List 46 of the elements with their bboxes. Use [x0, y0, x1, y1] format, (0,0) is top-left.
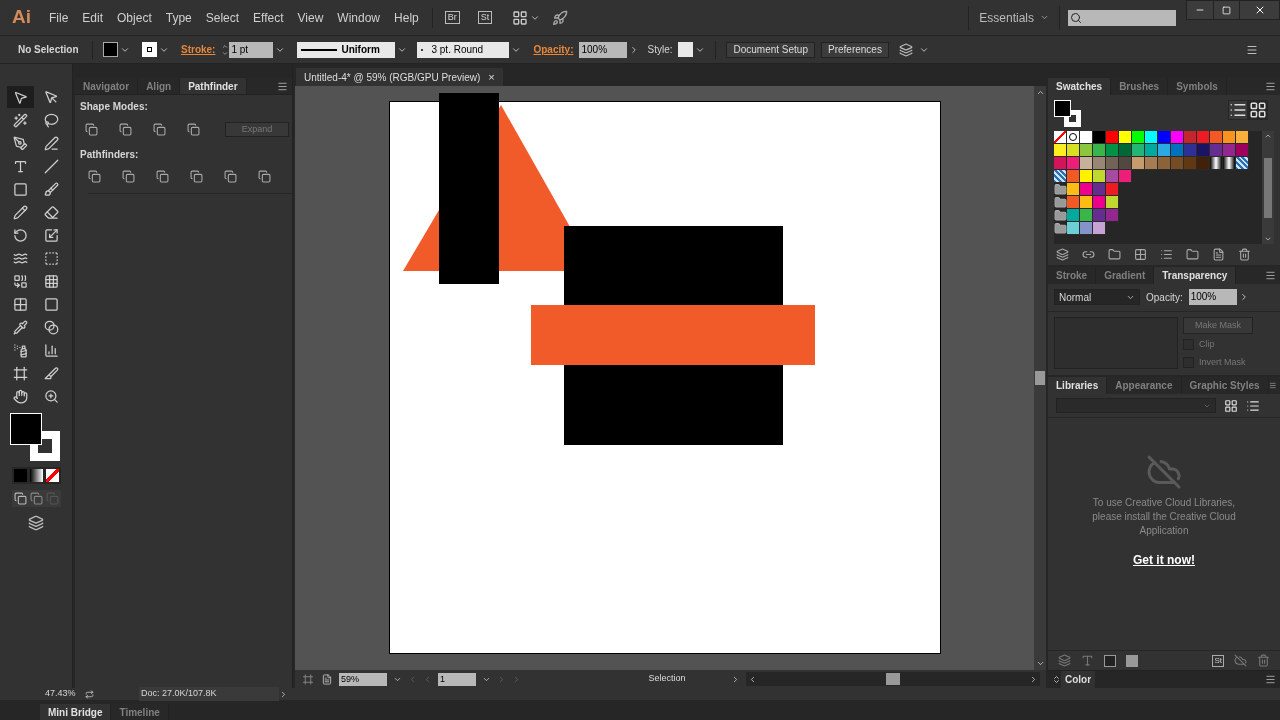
app-logo: Ai — [12, 5, 32, 30]
document-title: Untitled-4* @ 59% (RGB/GPU Preview) — [304, 70, 481, 85]
menu-item[interactable]: Object — [110, 8, 159, 27]
stock-button[interactable]: St — [477, 11, 493, 24]
blend-mode-dropdown[interactable]: Normal — [1054, 289, 1140, 305]
menu-item[interactable]: Type — [158, 8, 199, 27]
zoom-reading: 47.43% — [45, 687, 77, 701]
workspace-switcher[interactable]: Essentials — [968, 5, 1060, 30]
opacity-field[interactable]: 100% — [1188, 289, 1237, 305]
tab-close-button[interactable]: × — [488, 71, 495, 83]
get-it-now-link[interactable]: Get it now! — [1133, 551, 1195, 569]
panel-tab[interactable]: Pathfinder — [180, 78, 247, 94]
section-label: Pathfinders: — [80, 148, 140, 162]
stroke-profile-dropdown[interactable]: Uniform — [297, 41, 396, 58]
toolbar-button[interactable]: Preferences — [821, 41, 889, 58]
menu-item[interactable]: Help — [387, 8, 426, 27]
toolbar-button[interactable]: Document Setup — [726, 41, 815, 58]
panel-tab[interactable]: Color — [1061, 671, 1096, 688]
opacity-link[interactable]: Opacity: — [533, 42, 574, 57]
menu-item[interactable]: Effect — [246, 8, 291, 27]
menu-item[interactable]: Edit — [75, 8, 111, 27]
document-tab[interactable]: Untitled-4* @ 59% (RGB/GPU Preview) × — [296, 68, 503, 86]
opacity-label: Opacity: — [1146, 290, 1183, 305]
zoom-field[interactable]: 59% — [339, 672, 387, 686]
panel-tab[interactable]: Swatches — [1048, 78, 1112, 95]
bridge-button[interactable]: Br — [444, 11, 460, 24]
panel-tab[interactable]: Transparency — [1154, 267, 1237, 284]
section-label: Shape Modes: — [80, 100, 149, 114]
panel-tab[interactable]: Mini Bridge — [40, 704, 112, 720]
menu-item[interactable]: Select — [198, 8, 247, 27]
document-info: Doc: 27.0K/107.8K — [139, 687, 279, 701]
menu-item[interactable]: File — [42, 8, 76, 27]
current-tool: Selection — [647, 672, 687, 686]
opacity-field[interactable]: 100% — [579, 41, 628, 58]
selection-status: No Selection — [18, 43, 80, 57]
stroke-link[interactable]: Stroke: — [181, 42, 216, 57]
checkbox-label: Invert Mask — [1199, 355, 1246, 369]
panel-tab[interactable]: Libraries — [1048, 377, 1108, 394]
artboard-field[interactable]: 1 — [438, 672, 476, 686]
libraries-message: To use Creative Cloud Libraries, please install the Creative Cloud Application — [1091, 496, 1237, 538]
menu-item[interactable]: View — [290, 8, 331, 27]
brush-dropdown[interactable]: 3 pt. Round — [417, 41, 510, 58]
menu-item[interactable]: Window — [330, 8, 388, 27]
stock-icon[interactable]: St — [1212, 654, 1224, 667]
checkbox-label: Clip — [1199, 338, 1215, 351]
style-label: Style: — [647, 43, 673, 57]
